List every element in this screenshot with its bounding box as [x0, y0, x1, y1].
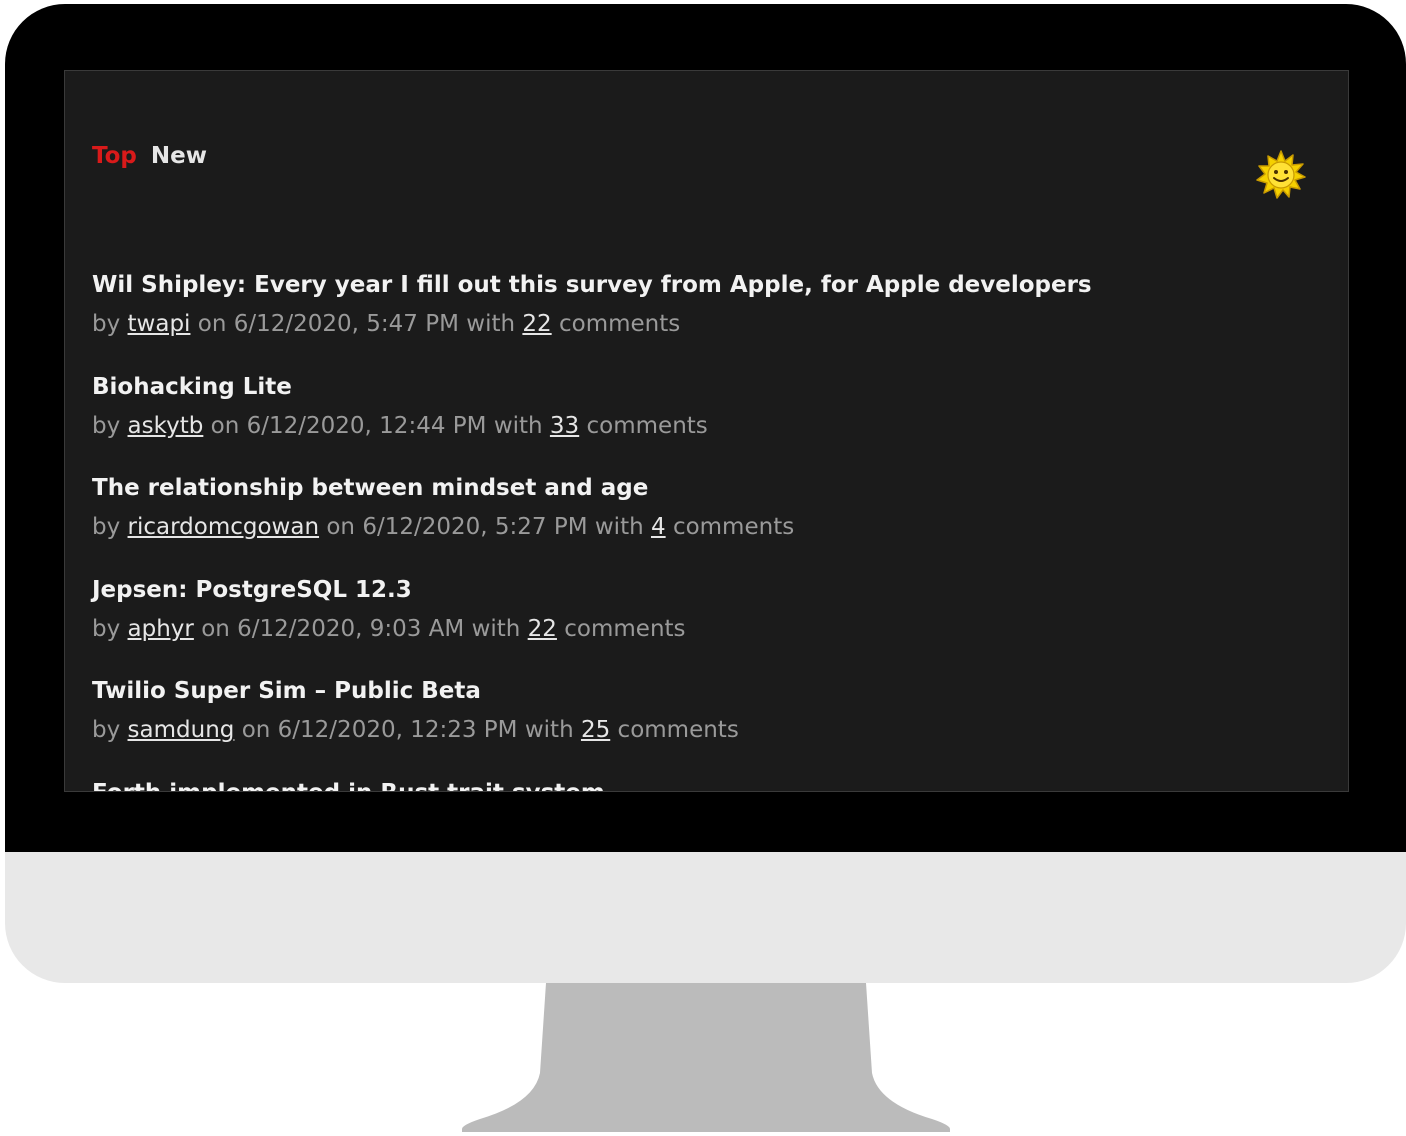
story-author-link[interactable]: ricardomcgowan [128, 514, 320, 540]
story-author-link[interactable]: twapi [128, 311, 191, 337]
story-meta: by samdung on 6/12/2020, 12:23 PM with 2… [92, 715, 1328, 745]
sun-icon [1256, 150, 1306, 199]
nav-link-new[interactable]: New [151, 143, 207, 169]
top-nav: Top New [92, 143, 207, 169]
story-title-link[interactable]: Jepsen: PostgreSQL 12.3 [92, 574, 1328, 606]
meta-with-label: with [471, 615, 521, 642]
monitor-stand [462, 983, 950, 1132]
screen: Top New Wil Shipley: Every year I fill o… [64, 70, 1349, 792]
meta-by-label: by [92, 412, 121, 439]
meta-comments-label: comments [564, 615, 686, 642]
meta-comments-label: comments [672, 514, 795, 540]
meta-comments-label: comments [558, 311, 681, 337]
meta-on-label: on [210, 412, 240, 439]
story-item: Wil Shipley: Every year I fill out this … [92, 269, 1328, 371]
story-title-link[interactable]: Biohacking Lite [92, 371, 1328, 403]
story-comments-link[interactable]: 22 [528, 616, 557, 642]
meta-by-label: by [92, 311, 121, 337]
nav-link-top[interactable]: Top [92, 143, 137, 169]
monitor-frame: Top New Wil Shipley: Every year I fill o… [5, 4, 1406, 983]
story-item: The relationship between mindset and age… [92, 472, 1328, 574]
story-meta: by aphyr on 6/12/2020, 9:03 AM with 22 c… [92, 614, 1328, 644]
story-title-link[interactable]: The relationship between mindset and age [92, 472, 1328, 504]
story-title-link[interactable]: Twilio Super Sim – Public Beta [92, 675, 1328, 707]
meta-on-label: on [326, 514, 356, 540]
story-date: 6/12/2020, 12:23 PM [277, 717, 518, 743]
meta-by-label: by [92, 514, 121, 540]
meta-with-label: with [594, 514, 644, 540]
story-item: Forth implemented in Rust trait system [92, 777, 1328, 792]
meta-with-label: with [466, 311, 516, 337]
story-author-link[interactable]: askytb [128, 413, 204, 439]
meta-on-label: on [197, 311, 227, 337]
monitor-bezel: Top New Wil Shipley: Every year I fill o… [5, 4, 1406, 852]
story-date: 6/12/2020, 5:47 PM [233, 311, 459, 337]
story-meta: by ricardomcgowan on 6/12/2020, 5:27 PM … [92, 512, 1328, 542]
story-list: Wil Shipley: Every year I fill out this … [92, 269, 1328, 792]
story-meta: by twapi on 6/12/2020, 5:47 PM with 22 c… [92, 309, 1328, 339]
story-date: 6/12/2020, 9:03 AM [237, 615, 465, 642]
story-comments-link[interactable]: 25 [581, 717, 610, 743]
story-title-link[interactable]: Wil Shipley: Every year I fill out this … [92, 269, 1328, 301]
story-comments-link[interactable]: 33 [550, 413, 579, 439]
story-item: Twilio Super Sim – Public Beta by samdung… [92, 675, 1328, 777]
meta-comments-label: comments [617, 717, 739, 743]
story-item: Jepsen: PostgreSQL 12.3 by aphyr on 6/12/… [92, 574, 1328, 676]
meta-with-label: with [493, 412, 543, 439]
story-comments-link[interactable]: 22 [522, 311, 551, 337]
meta-by-label: by [92, 615, 121, 642]
story-meta: by askytb on 6/12/2020, 12:44 PM with 33… [92, 411, 1328, 441]
meta-with-label: with [524, 717, 574, 743]
meta-by-label: by [92, 717, 121, 743]
story-item: Biohacking Lite by askytb on 6/12/2020, 1… [92, 371, 1328, 473]
story-date: 6/12/2020, 12:44 PM [246, 412, 487, 439]
meta-on-label: on [241, 717, 271, 743]
story-author-link[interactable]: samdung [128, 717, 235, 743]
monitor-chin [5, 852, 1406, 983]
story-date: 6/12/2020, 5:27 PM [362, 514, 588, 540]
theme-toggle-button[interactable] [1255, 149, 1307, 201]
meta-comments-label: comments [586, 412, 708, 439]
story-comments-link[interactable]: 4 [651, 514, 666, 540]
story-author-link[interactable]: aphyr [128, 616, 194, 642]
story-title-link[interactable]: Forth implemented in Rust trait system [92, 777, 1328, 792]
meta-on-label: on [201, 615, 230, 642]
